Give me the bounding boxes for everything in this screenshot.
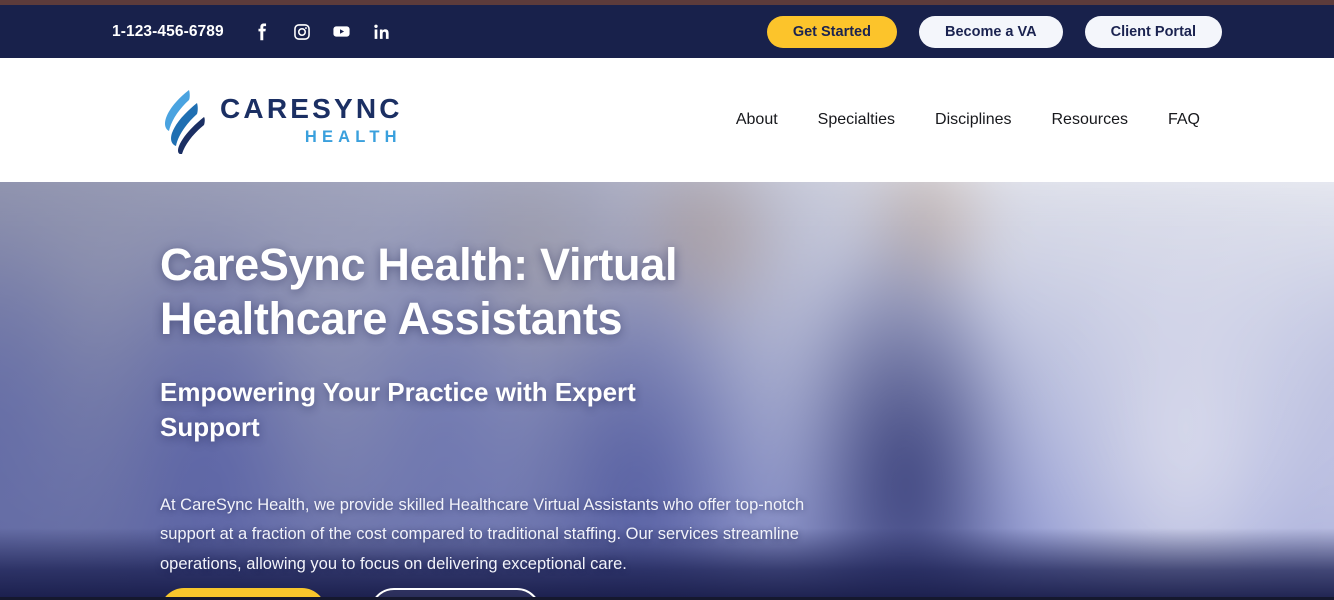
hero-title: CareSync Health: Virtual Healthcare Assi… <box>160 239 678 344</box>
hero-section: CareSync Health: Virtual Healthcare Assi… <box>0 182 1334 598</box>
topbar-left-group: 1-123-456-6789 <box>112 22 392 42</box>
hero-description: At CareSync Health, we provide skilled H… <box>160 496 805 573</box>
nav-link-about[interactable]: About <box>736 111 778 129</box>
nav-link-disciplines[interactable]: Disciplines <box>935 111 1011 129</box>
nav-link-resources[interactable]: Resources <box>1052 111 1128 129</box>
linkedin-icon[interactable] <box>372 22 392 42</box>
site-logo[interactable]: CARESYNC HEALTH <box>160 86 403 155</box>
topbar-actions-group: Get Started Become a VA Client Portal <box>766 5 1222 58</box>
caresync-swoosh-icon <box>160 86 206 155</box>
primary-nav-links: About Specialties Disciplines Resources … <box>736 111 1200 129</box>
nav-link-faq[interactable]: FAQ <box>1168 111 1200 129</box>
youtube-icon[interactable] <box>332 22 352 42</box>
get-started-button[interactable]: Get Started <box>766 15 897 48</box>
logo-secondary-word: HEALTH <box>304 127 402 146</box>
hero-content: CareSync Health: Virtual Healthcare Assi… <box>160 238 860 579</box>
hero-subtitle: Empowering Your Practice with Expert Sup… <box>160 377 636 443</box>
main-navigation-bar: CARESYNC HEALTH About Specialties Discip… <box>0 58 1334 182</box>
logo-primary-word: CARESYNC <box>220 92 403 124</box>
top-utility-bar: 1-123-456-6789 Get Started Become a VA C… <box>0 5 1334 58</box>
instagram-icon[interactable] <box>292 22 312 42</box>
logo-wordmark: CARESYNC HEALTH <box>220 92 403 146</box>
facebook-icon[interactable] <box>252 22 272 42</box>
phone-number-link[interactable]: 1-123-456-6789 <box>112 23 224 41</box>
nav-link-specialties[interactable]: Specialties <box>818 111 895 129</box>
client-portal-button[interactable]: Client Portal <box>1084 15 1222 48</box>
social-links-group <box>252 22 392 42</box>
become-a-va-button[interactable]: Become a VA <box>918 15 1063 48</box>
